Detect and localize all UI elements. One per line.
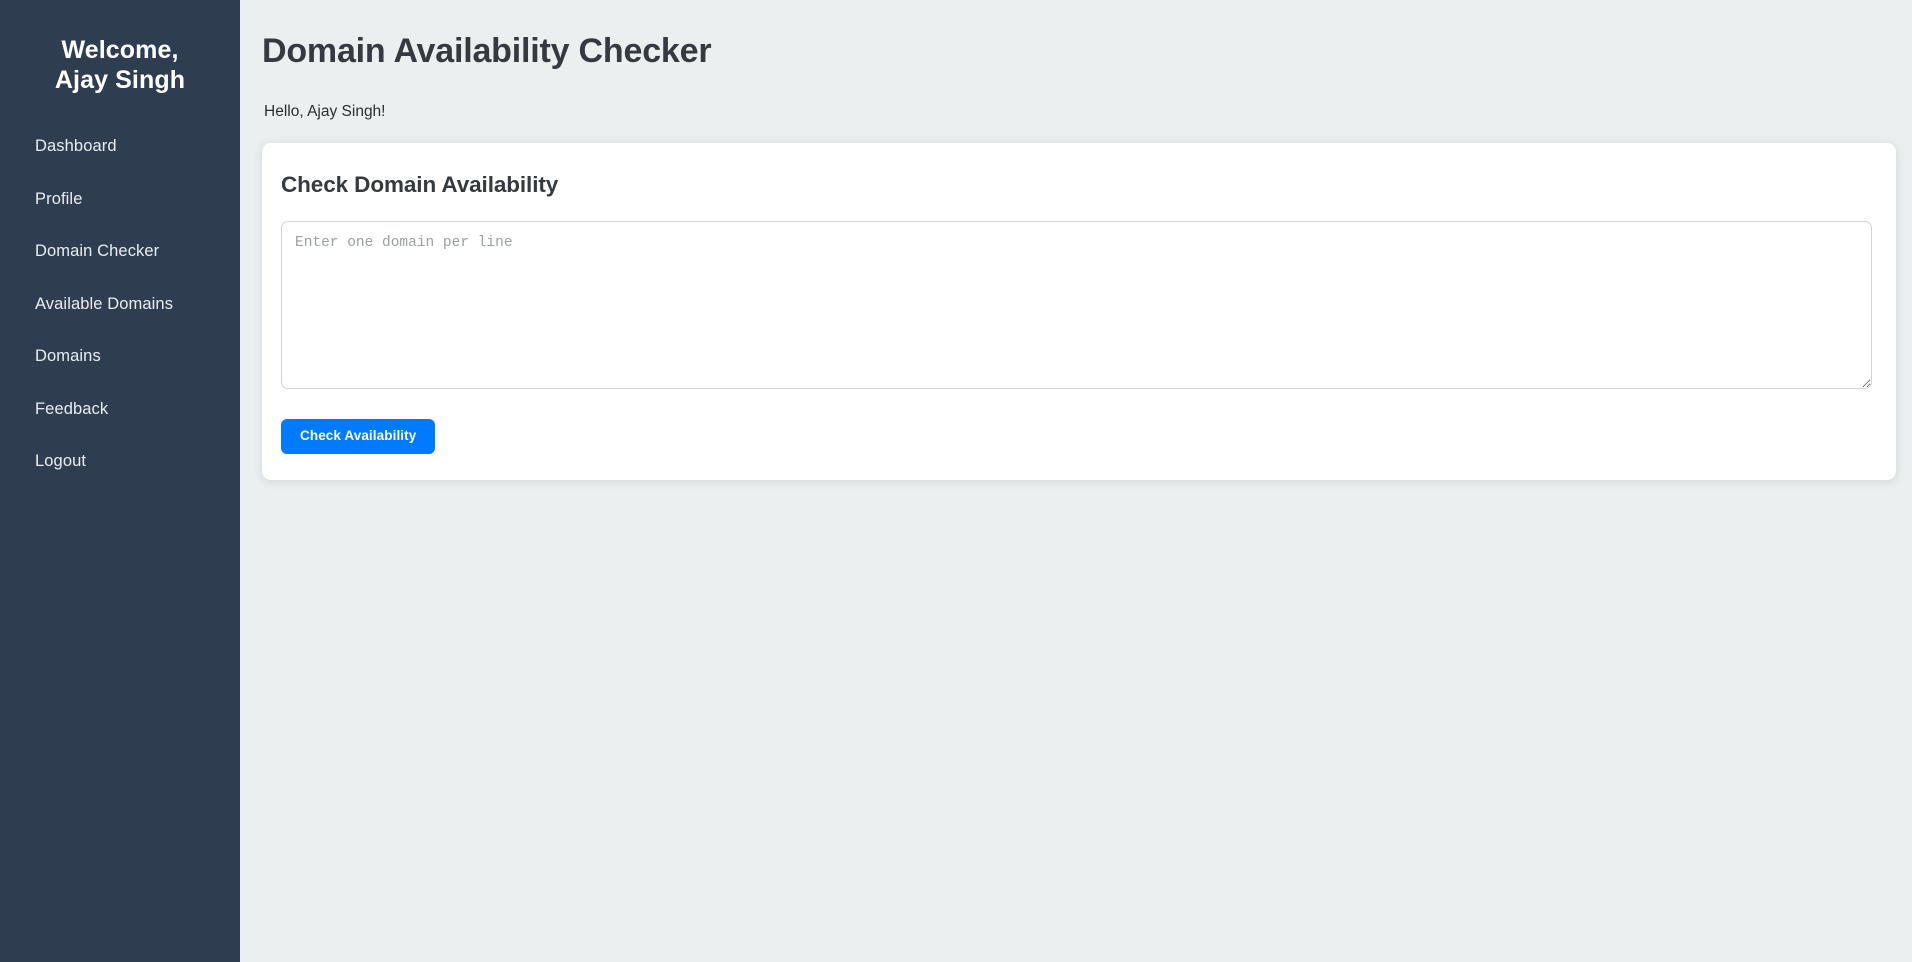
page-title: Domain Availability Checker xyxy=(262,32,712,70)
app-root: Welcome, Ajay Singh Dashboard Profile Do… xyxy=(0,0,1912,962)
sidebar-welcome-line1: Welcome, xyxy=(61,36,179,64)
sidebar-item-domains[interactable]: Domains xyxy=(0,339,240,374)
domain-input-textarea[interactable] xyxy=(281,221,1872,390)
sidebar: Welcome, Ajay Singh Dashboard Profile Do… xyxy=(0,0,240,962)
sidebar-welcome-line2: Ajay Singh xyxy=(54,65,186,94)
sidebar-item-feedback[interactable]: Feedback xyxy=(0,392,240,427)
main-content: Domain Availability Checker Hello, Ajay … xyxy=(240,0,1912,962)
greeting-text: Hello, Ajay Singh! xyxy=(264,102,386,120)
check-availability-button[interactable]: Check Availability xyxy=(281,419,436,454)
sidebar-item-profile[interactable]: Profile xyxy=(0,182,240,217)
card-title: Check Domain Availability xyxy=(281,172,559,198)
sidebar-item-dashboard[interactable]: Dashboard xyxy=(0,129,240,164)
sidebar-nav: Dashboard Profile Domain Checker Availab… xyxy=(0,129,240,497)
domain-checker-card: Check Domain Availability Check Availabi… xyxy=(262,143,1896,480)
sidebar-item-available-domains[interactable]: Available Domains xyxy=(0,287,240,322)
sidebar-item-logout[interactable]: Logout xyxy=(0,444,240,479)
sidebar-item-domain-checker[interactable]: Domain Checker xyxy=(0,234,240,269)
sidebar-welcome-heading: Welcome, Ajay Singh xyxy=(0,36,240,95)
